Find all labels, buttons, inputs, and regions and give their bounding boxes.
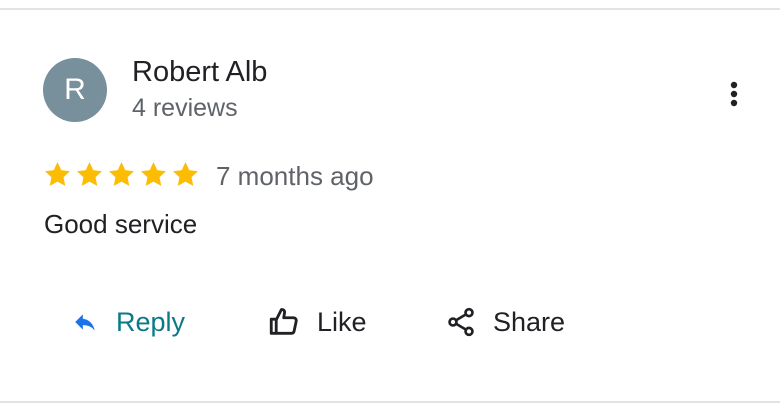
star-icon — [109, 162, 134, 186]
reply-label: Reply — [116, 307, 186, 337]
share-button[interactable]: Share — [445, 300, 565, 344]
like-label: Like — [317, 307, 367, 337]
avatar-initial: R — [64, 73, 86, 106]
reviewer-review-count[interactable]: 4 reviews — [132, 92, 238, 124]
star-icon — [141, 162, 166, 186]
star-icon — [77, 162, 102, 186]
review-time: 7 months ago — [216, 161, 374, 191]
star-rating — [43, 160, 200, 189]
reply-button[interactable]: Reply — [70, 300, 185, 344]
star-icon — [45, 162, 70, 186]
more-vert-icon — [730, 81, 738, 107]
top-divider — [0, 8, 780, 10]
thumb-up-icon — [269, 308, 298, 335]
more-options-button[interactable] — [720, 76, 748, 112]
share-label: Share — [493, 307, 566, 337]
like-button[interactable]: Like — [267, 300, 367, 344]
star-icon — [173, 162, 198, 186]
reply-icon — [75, 314, 95, 331]
review-text: Good service — [44, 209, 198, 239]
avatar[interactable]: R — [43, 58, 107, 122]
share-icon — [448, 307, 474, 337]
bottom-divider — [0, 401, 780, 403]
reviewer-name[interactable]: Robert Alb — [132, 54, 267, 90]
